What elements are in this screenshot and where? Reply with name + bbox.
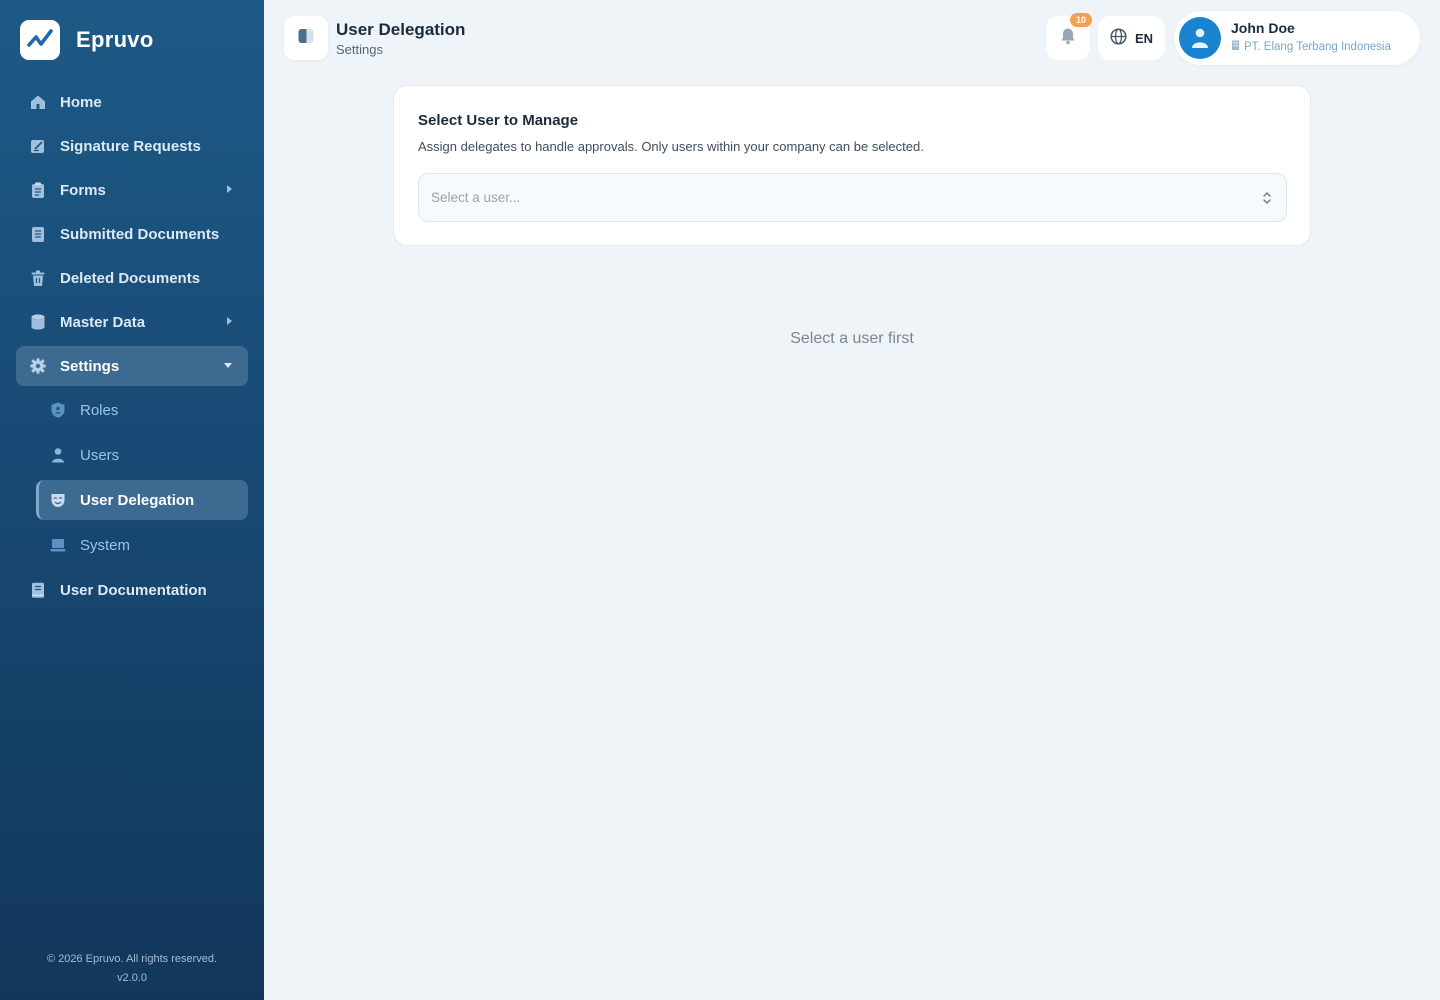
sidebar-item-submitted-documents[interactable]: Submitted Documents <box>16 214 248 254</box>
sidebar-toggle-button[interactable] <box>284 16 328 60</box>
database-icon <box>30 314 46 330</box>
select-user-card: Select User to Manage Assign delegates t… <box>393 85 1311 246</box>
signature-icon <box>30 138 46 154</box>
sidebar-item-label: Users <box>80 446 120 464</box>
brand-logo-icon <box>20 20 60 60</box>
sidebar-item-master-data[interactable]: Master Data <box>16 302 248 342</box>
empty-state-message: Select a user first <box>790 330 914 347</box>
sidebar-item-settings[interactable]: Settings <box>16 346 248 386</box>
book-icon <box>30 582 46 598</box>
brand-name: Epruvo <box>76 27 154 52</box>
home-icon <box>30 94 46 110</box>
sidebar-item-roles[interactable]: Roles <box>36 390 248 430</box>
globe-icon <box>1110 28 1127 48</box>
brand[interactable]: Epruvo <box>0 0 264 80</box>
user-company: PT. Elang Terbang Indonesia <box>1231 40 1391 53</box>
sidebar-item-user-delegation[interactable]: User Delegation <box>36 480 248 520</box>
sidebar-item-label: System <box>80 536 131 554</box>
user-avatar-icon <box>1192 28 1208 48</box>
user-menu[interactable]: John Doe PT. Elang Terbang Indonesia <box>1174 11 1420 65</box>
page-title: User Delegation <box>336 20 466 39</box>
sidebar-item-deleted-documents[interactable]: Deleted Documents <box>16 258 248 298</box>
chevron-right-icon <box>227 185 232 193</box>
settings-submenu: Roles Users User Delegation System <box>16 390 248 565</box>
laptop-icon <box>50 537 66 553</box>
user-company-label: PT. Elang Terbang Indonesia <box>1244 40 1391 53</box>
sidebar-item-label: Deleted Documents <box>60 269 201 287</box>
sidebar-item-label: User Delegation <box>80 491 195 509</box>
chevron-down-icon <box>224 363 232 368</box>
sidebar-item-label: Settings <box>60 357 120 375</box>
document-icon <box>30 226 46 242</box>
mask-icon <box>50 492 66 508</box>
user-select-placeholder: Select a user... <box>431 190 521 205</box>
user-name: John Doe <box>1231 20 1295 36</box>
footer-version: v2.0.0 <box>117 972 147 984</box>
sidebar-item-label: Home <box>60 93 102 111</box>
language-label: EN <box>1134 30 1154 46</box>
notification-badge: 10 <box>1070 13 1092 27</box>
sidebar-item-home[interactable]: Home <box>16 82 248 122</box>
sidebar-item-user-documentation[interactable]: User Documentation <box>16 570 248 610</box>
chevron-right-icon <box>227 317 232 325</box>
sidebar-item-label: Roles <box>80 401 119 419</box>
shield-icon <box>50 402 66 418</box>
sidebar-item-users[interactable]: Users <box>36 435 248 475</box>
user-select[interactable]: Select a user... <box>418 173 1287 222</box>
user-icon <box>50 447 66 463</box>
trash-icon <box>30 270 46 286</box>
avatar <box>1179 17 1221 59</box>
clipboard-icon <box>30 182 46 198</box>
sidebar-toggle-icon <box>297 27 315 50</box>
sidebar-item-label: Master Data <box>60 313 146 331</box>
sidebar-item-label: Forms <box>60 181 106 199</box>
gear-icon <box>30 358 46 374</box>
sidebar-item-signature-requests[interactable]: Signature Requests <box>16 126 248 166</box>
sidebar-footer: © 2026 Epruvo. All rights reserved. v2.0… <box>0 950 264 988</box>
top-bar: User Delegation Settings 10 EN John Doe <box>264 0 1440 76</box>
sidebar-item-label: Signature Requests <box>60 137 201 155</box>
bell-icon <box>1059 27 1077 50</box>
sidebar-item-label: Submitted Documents <box>60 225 220 243</box>
card-description: Assign delegates to handle approvals. On… <box>418 139 924 154</box>
card-title: Select User to Manage <box>418 112 579 129</box>
building-icon <box>1231 40 1240 53</box>
footer-copyright: © 2026 Epruvo. All rights reserved. <box>46 953 218 965</box>
chevron-up-down-icon <box>1262 191 1272 210</box>
sidebar-item-forms[interactable]: Forms <box>16 170 248 210</box>
language-switcher[interactable]: EN <box>1098 16 1165 60</box>
sidebar: Epruvo Home Signature Requests Forms Sub… <box>0 0 264 1000</box>
sidebar-item-system[interactable]: System <box>36 525 248 565</box>
sidebar-nav: Home Signature Requests Forms Submitted … <box>0 80 264 610</box>
app-root: Epruvo Home Signature Requests Forms Sub… <box>0 0 1440 1000</box>
main-content: User Delegation Settings 10 EN John Doe <box>264 0 1440 1000</box>
sidebar-item-label: User Documentation <box>60 581 207 599</box>
breadcrumb[interactable]: Settings <box>336 42 383 57</box>
